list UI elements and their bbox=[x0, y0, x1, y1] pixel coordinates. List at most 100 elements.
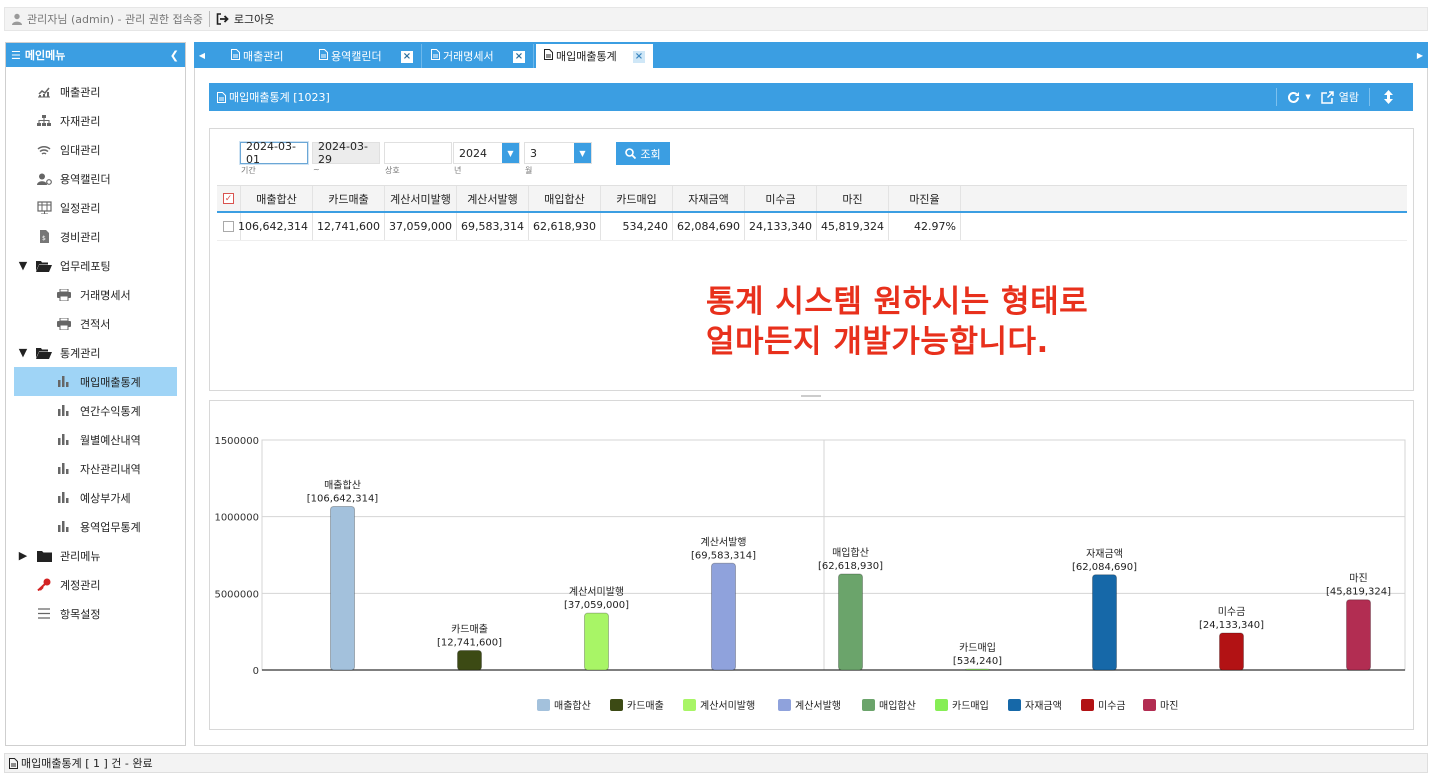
column-header[interactable]: 카드매출 bbox=[313, 186, 385, 211]
sidebar-title: 메인메뉴 bbox=[24, 49, 66, 62]
logout-button[interactable]: 로그아웃 bbox=[216, 11, 274, 27]
legend-swatch bbox=[1143, 699, 1156, 711]
column-header[interactable]: 카드매입 bbox=[601, 186, 673, 211]
sidebar-item-transaction-statement[interactable]: 거래명세서 bbox=[6, 280, 185, 309]
sidebar-item-expected-vat[interactable]: 예상부가세 bbox=[6, 483, 185, 512]
sitemap-icon bbox=[36, 113, 52, 129]
bar bbox=[711, 562, 736, 671]
customer-field[interactable] bbox=[384, 142, 452, 164]
file-icon: $ bbox=[36, 229, 52, 245]
bar-category-label: 계산서미발행 bbox=[569, 586, 624, 598]
close-tab-icon[interactable]: × bbox=[633, 51, 645, 63]
sidebar-item-service-calendar[interactable]: 용역캘린더 bbox=[6, 164, 185, 193]
sidebar-item-item-settings[interactable]: 항목설정 bbox=[6, 599, 185, 628]
sidebar-item-sales[interactable]: 매출관리 bbox=[6, 77, 185, 106]
start-date-field[interactable]: 2024-03-01 bbox=[240, 140, 308, 166]
user-icon bbox=[12, 13, 22, 25]
document-icon bbox=[217, 91, 226, 103]
table-cell: 42.97% bbox=[889, 213, 961, 240]
sidebar-item-statistics[interactable]: ▼ 통계관리 bbox=[6, 338, 185, 367]
sidebar-item-schedule[interactable]: 일정관리 bbox=[6, 193, 185, 222]
column-header[interactable]: 마진율 bbox=[889, 186, 961, 211]
bar-chart-icon bbox=[56, 519, 72, 535]
year-select[interactable]: 2024 ▼ bbox=[453, 142, 520, 164]
table-cell: 534,240 bbox=[601, 213, 673, 240]
caret-down-icon[interactable]: ▼ bbox=[18, 346, 28, 359]
sidebar-item-monthly-budget[interactable]: 월별예산내역 bbox=[6, 425, 185, 454]
refresh-button[interactable]: ▼ bbox=[1277, 91, 1320, 104]
sidebar-item-rental[interactable]: 임대관리 bbox=[6, 135, 185, 164]
sign-out-icon bbox=[216, 13, 229, 25]
caret-down-icon[interactable]: ▼ bbox=[18, 259, 28, 272]
bar bbox=[1092, 574, 1117, 671]
tab-service-calendar[interactable]: 용역캘린더 × bbox=[311, 44, 422, 68]
resize-vertical-icon bbox=[1384, 90, 1393, 104]
sidebar-item-annual-profit-stats[interactable]: 연간수익통계 bbox=[6, 396, 185, 425]
expand-button[interactable] bbox=[1370, 90, 1413, 104]
bar-category-label: 계산서발행 bbox=[701, 536, 747, 548]
end-date-field[interactable]: 2024-03-29 bbox=[312, 140, 380, 166]
bar-category-label: 마진 bbox=[1349, 573, 1367, 585]
column-header[interactable]: 계산서미발행 bbox=[385, 186, 457, 211]
y-tick-label: 1500000 bbox=[214, 436, 259, 447]
tab-scroll-left-icon[interactable]: ◀ bbox=[194, 42, 210, 68]
sidebar-item-label: 예상부가세 bbox=[80, 491, 131, 505]
sidebar-item-expenses[interactable]: $ 경비관리 bbox=[6, 222, 185, 251]
column-header[interactable]: 마진 bbox=[817, 186, 889, 211]
search-button[interactable]: 조회 bbox=[616, 142, 670, 165]
tab-purchase-sales-stats[interactable]: 매입매출통계 × bbox=[536, 44, 653, 68]
column-header[interactable]: 계산서발행 bbox=[457, 186, 529, 211]
dropdown-arrow-icon[interactable]: ▼ bbox=[574, 143, 591, 163]
sidebar-item-label: 용역업무통계 bbox=[80, 520, 141, 534]
sidebar-item-label: 항목설정 bbox=[60, 607, 101, 621]
table-cell: 24,133,340 bbox=[745, 213, 817, 240]
document-icon bbox=[231, 49, 240, 63]
promo-line-2: 얼마든지 개발가능합니다. bbox=[706, 324, 1049, 360]
list-icon bbox=[36, 606, 52, 622]
key-icon bbox=[36, 577, 52, 593]
year-value: 2024 bbox=[459, 146, 487, 160]
close-tab-icon[interactable]: × bbox=[513, 51, 525, 63]
tab-scroll-right-icon[interactable]: ▶ bbox=[1412, 42, 1428, 68]
sidebar-item-work-reporting[interactable]: ▼ 업무레포팅 bbox=[6, 251, 185, 280]
month-select[interactable]: 3 ▼ bbox=[524, 142, 592, 164]
folder-open-icon bbox=[36, 345, 52, 361]
top-bar: 관리자님 (admin) - 관리 권한 접속중 로그아웃 bbox=[4, 7, 1428, 31]
select-all-checkbox[interactable]: ✓ bbox=[217, 186, 241, 211]
year-label: 년 bbox=[454, 166, 462, 175]
period-label: 기간 bbox=[241, 166, 256, 175]
sidebar-item-materials[interactable]: 자재관리 bbox=[6, 106, 185, 135]
column-header[interactable]: 매출합산 bbox=[241, 186, 313, 211]
sidebar-item-account-management[interactable]: 계정관리 bbox=[6, 570, 185, 599]
sidebar-item-purchase-sales-stats[interactable]: 매입매출통계 bbox=[14, 367, 177, 396]
close-tab-icon[interactable]: × bbox=[401, 51, 413, 63]
check-icon: ✓ bbox=[223, 193, 234, 204]
column-header[interactable]: 매입합산 bbox=[529, 186, 601, 211]
sidebar-item-label: 경비관리 bbox=[60, 230, 101, 244]
user-info: 관리자님 (admin) - 관리 권한 접속중 bbox=[5, 11, 203, 27]
y-tick-label: 5000000 bbox=[214, 589, 259, 600]
sidebar-item-quotation[interactable]: 견적서 bbox=[6, 309, 185, 338]
tab-transaction-statement[interactable]: 거래명세서 × bbox=[423, 44, 534, 68]
sidebar-item-service-work-stats[interactable]: 용역업무통계 bbox=[6, 512, 185, 541]
open-label: 열람 bbox=[1338, 91, 1359, 104]
column-header[interactable]: 자재금액 bbox=[673, 186, 745, 211]
column-header[interactable]: 미수금 bbox=[745, 186, 817, 211]
bar bbox=[330, 505, 355, 671]
dropdown-arrow-icon[interactable]: ▼ bbox=[502, 143, 519, 163]
open-button[interactable]: 열람 bbox=[1321, 89, 1369, 105]
collapse-sidebar-icon[interactable]: ❮ bbox=[170, 49, 179, 62]
legend-swatch bbox=[683, 699, 696, 711]
bar bbox=[965, 668, 990, 671]
sidebar-item-admin-menu[interactable]: ▶ 관리메뉴 bbox=[6, 541, 185, 570]
table-row[interactable]: 106,642,314 12,741,600 37,059,000 69,583… bbox=[217, 213, 1407, 241]
sidebar-item-asset-management[interactable]: 자산관리내역 bbox=[6, 454, 185, 483]
caret-right-icon[interactable]: ▶ bbox=[18, 549, 28, 562]
tab-bar: ◀ 매출관리 × 용역캘린더 × 거래명세서 × 매입매출통계 × ▶ bbox=[194, 42, 1428, 68]
search-icon bbox=[625, 148, 637, 159]
tab-label: 매입매출통계 bbox=[556, 50, 617, 63]
calendar-icon bbox=[36, 200, 52, 216]
bar bbox=[838, 573, 863, 671]
bar bbox=[1346, 599, 1371, 671]
splitter-handle[interactable] bbox=[801, 395, 821, 397]
